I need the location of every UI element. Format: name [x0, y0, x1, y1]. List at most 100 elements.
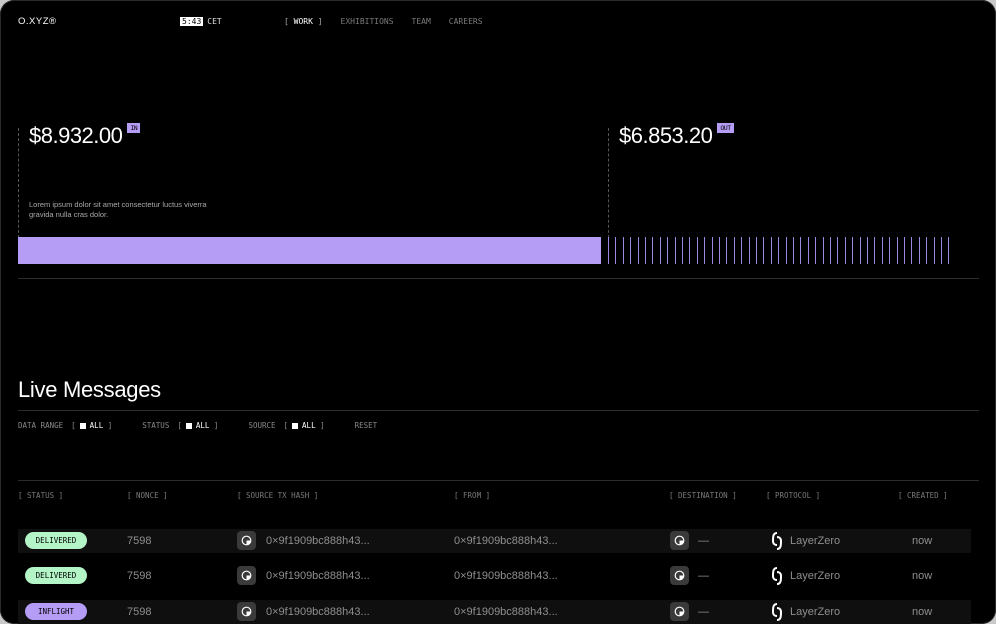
out-tick: [904, 237, 905, 264]
table-row[interactable]: DELIVERED 7598 0×9f1909bc888h43... 0×9f1…: [18, 529, 971, 553]
out-tick: [615, 237, 617, 264]
out-tick: [630, 237, 632, 264]
filter-source[interactable]: SOURCE [ALL ]: [248, 421, 324, 430]
destination-cell: —: [698, 570, 709, 582]
out-tick: [719, 237, 720, 264]
out-tick: [896, 237, 898, 264]
out-tick: [852, 237, 854, 264]
out-tick: [785, 237, 787, 264]
out-tick: [652, 237, 654, 264]
out-tick: [918, 237, 920, 264]
protocol-cell: LayerZero: [790, 606, 841, 618]
protocol-cell: LayerZero: [790, 535, 841, 547]
status-badge: DELIVERED: [25, 567, 87, 584]
nav-item-team[interactable]: TEAM: [412, 17, 431, 26]
out-tick: [859, 237, 861, 264]
table-row[interactable]: DELIVERED 7598 0×9f1909bc888h43... 0×9f1…: [18, 564, 971, 588]
col-header-protocol[interactable]: [ PROTOCOL ]: [766, 491, 820, 500]
chain-icon: [670, 566, 689, 585]
out-tick: [763, 237, 765, 264]
layerzero-icon: [772, 603, 782, 621]
out-tick: [807, 237, 809, 264]
out-tick: [689, 237, 691, 264]
clock-time: 5:43: [180, 17, 204, 26]
protocol-cell: LayerZero: [790, 570, 841, 582]
from-cell[interactable]: 0×9f1909bc888h43...: [454, 535, 558, 547]
nav-item-exhibitions[interactable]: EXHIBITIONS: [341, 17, 394, 26]
out-tick: [682, 237, 683, 264]
stats-divider: [18, 278, 979, 279]
source-tx-hash-cell[interactable]: 0×9f1909bc888h43...: [266, 570, 370, 582]
destination-cell: —: [698, 535, 709, 547]
table-row[interactable]: INFLIGHT 7598 0×9f1909bc888h43... 0×9f19…: [18, 600, 971, 624]
out-tick: [637, 237, 639, 264]
chain-icon: [237, 602, 256, 621]
checkbox-icon[interactable]: [79, 422, 86, 429]
chain-icon: [670, 602, 689, 621]
filter-label: SOURCE: [248, 421, 276, 430]
out-tick: [830, 237, 831, 264]
logo[interactable]: O.XYZ®: [18, 16, 57, 27]
out-tick: [645, 237, 646, 264]
reset-button[interactable]: RESET: [355, 421, 378, 430]
from-cell[interactable]: 0×9f1909bc888h43...: [454, 606, 558, 618]
stat-out-badge: OUT: [717, 123, 734, 133]
out-tick: [837, 237, 839, 264]
stat-in: $8.932.00 IN: [29, 122, 141, 149]
chain-icon: [670, 531, 689, 550]
out-tick: [793, 237, 794, 264]
col-header-created[interactable]: [ CREATED ]: [898, 491, 948, 500]
out-tick: [770, 237, 772, 264]
chain-icon: [237, 531, 256, 550]
destination-cell: —: [698, 606, 709, 618]
col-header-status[interactable]: [ STATUS ]: [18, 491, 63, 500]
out-tick: [756, 237, 757, 264]
created-cell: now: [912, 535, 933, 547]
main-nav: WORK EXHIBITIONS TEAM CAREERS: [284, 17, 483, 26]
out-tick: [815, 237, 817, 264]
in-divider: [18, 128, 19, 238]
nav-item-work[interactable]: WORK: [284, 17, 323, 26]
checkbox-icon[interactable]: [185, 422, 192, 429]
table-divider: [18, 480, 979, 481]
out-tick: [881, 237, 883, 264]
filter-status[interactable]: STATUS [ALL ]: [142, 421, 218, 430]
nav-item-careers[interactable]: CAREERS: [449, 17, 483, 26]
col-header-nonce[interactable]: [ NONCE ]: [127, 491, 168, 500]
stat-in-badge: IN: [127, 123, 141, 133]
title-divider: [18, 410, 979, 411]
source-tx-hash-cell[interactable]: 0×9f1909bc888h43...: [266, 535, 370, 547]
reset-label: RESET: [354, 421, 378, 430]
stat-out: $6.853.20 OUT: [619, 122, 734, 149]
col-header-source-tx-hash[interactable]: [ SOURCE TX HASH ]: [237, 491, 318, 500]
live-messages-title: Live Messages: [18, 377, 161, 402]
stat-in-amount: $8.932.00: [29, 123, 123, 149]
nonce-cell: 7598: [127, 570, 152, 582]
out-tick: [667, 237, 669, 264]
source-tx-hash-cell[interactable]: 0×9f1909bc888h43...: [266, 606, 370, 618]
app-window: O.XYZ® 5:43CET WORK EXHIBITIONS TEAM CAR…: [0, 0, 996, 624]
out-tick: [844, 237, 846, 264]
col-header-destination[interactable]: [ DESTINATION ]: [669, 491, 737, 500]
out-tick: [933, 237, 935, 264]
stats-description: Lorem ipsum dolor sit amet consectetur l…: [29, 200, 207, 219]
out-tick: [741, 237, 743, 264]
out-tick: [911, 237, 913, 264]
status-badge: DELIVERED: [25, 532, 87, 549]
filter-bar: DATA RANGE [ALL ] STATUS [ALL ] SOURCE […: [18, 421, 407, 430]
nonce-cell: 7598: [127, 606, 152, 618]
from-cell[interactable]: 0×9f1909bc888h43...: [454, 570, 558, 582]
out-tick: [733, 237, 735, 264]
col-header-from[interactable]: [ FROM ]: [454, 491, 490, 500]
filter-data-range[interactable]: DATA RANGE [ALL ]: [18, 421, 112, 430]
checkbox-icon[interactable]: [292, 422, 299, 429]
nonce-cell: 7598: [127, 535, 152, 547]
filter-label: STATUS: [142, 421, 170, 430]
clock: 5:43 CET: [180, 17, 222, 26]
filter-value: ALL: [89, 421, 104, 430]
out-tick: [696, 237, 698, 264]
out-tick: [874, 237, 876, 264]
out-tick: [659, 237, 661, 264]
out-tick: [800, 237, 802, 264]
out-tick: [726, 237, 728, 264]
